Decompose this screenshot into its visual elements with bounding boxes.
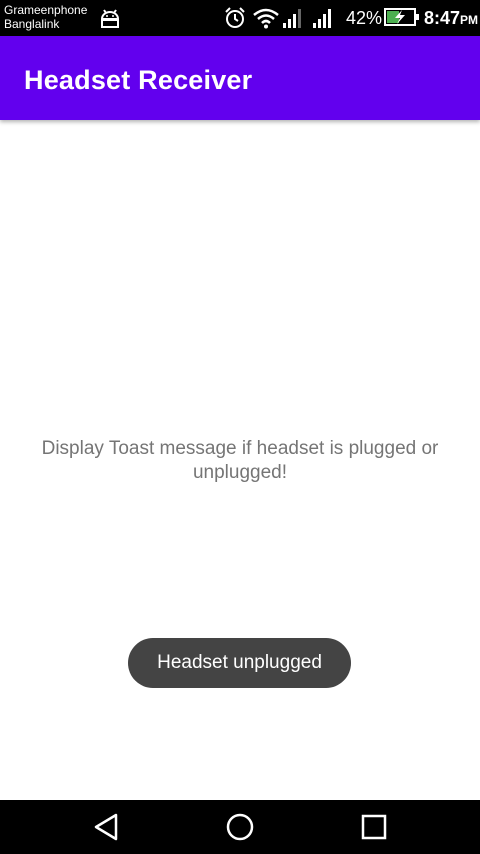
wifi-icon: [253, 8, 279, 29]
android-debug-icon: [100, 9, 120, 28]
instruction-text: Display Toast message if headset is plug…: [41, 438, 439, 483]
back-icon[interactable]: [92, 812, 122, 842]
alarm-icon: [225, 7, 245, 28]
app-bar: Headset Receiver: [0, 36, 480, 120]
signal-icon: [313, 9, 331, 28]
recent-apps-icon[interactable]: [359, 812, 389, 842]
carrier-names: Grameenphone Banglalink: [4, 3, 87, 31]
carrier-1-label: Grameenphone: [4, 3, 88, 17]
battery-charging-icon: [384, 8, 419, 26]
clock-time: 8:47: [424, 8, 461, 28]
app-title: Headset Receiver: [24, 65, 253, 95]
toast: Headset unplugged: [128, 638, 351, 688]
navigation-bar: [0, 800, 480, 854]
status-bar: Grameenphone Banglalink 42% 8:47PM: [0, 0, 480, 36]
screen: Grameenphone Banglalink 42% 8:47PM Heads…: [0, 0, 480, 854]
carrier-2-label: Banglalink: [4, 17, 60, 31]
clock: 8:47PM: [424, 8, 478, 30]
toast-text: Headset unplugged: [157, 652, 322, 673]
home-icon[interactable]: [225, 812, 255, 842]
battery-percent: 42%: [346, 8, 383, 28]
clock-ampm: PM: [460, 13, 479, 27]
signal-icon: [283, 9, 301, 28]
